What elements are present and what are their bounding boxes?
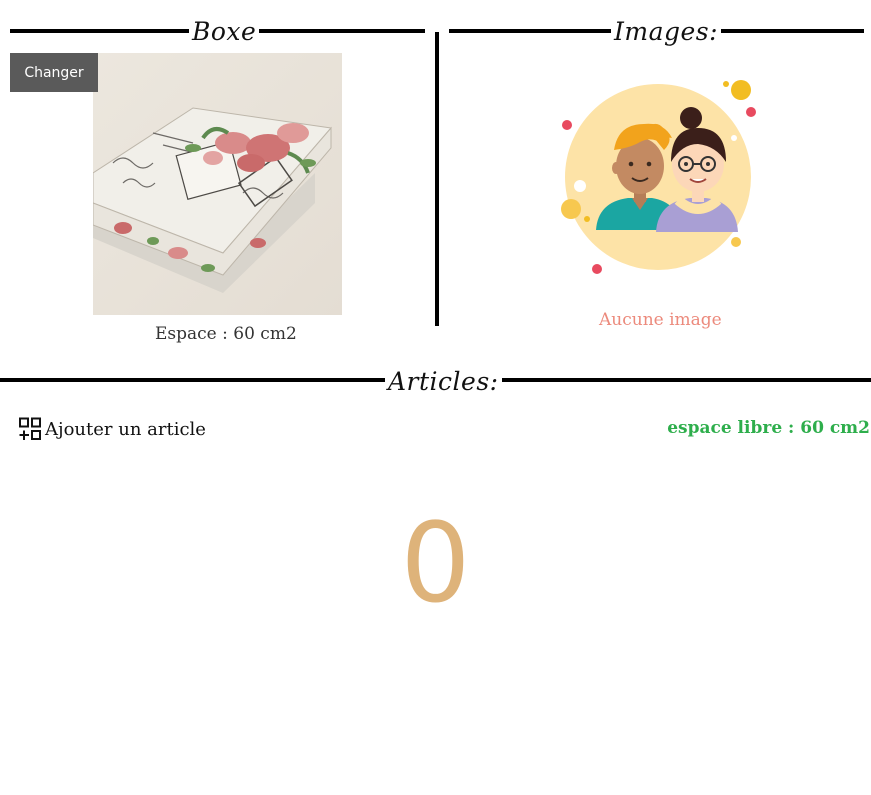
change-box-button[interactable]: Changer xyxy=(10,53,98,92)
boxe-heading: Boxe xyxy=(189,17,260,47)
add-article-button[interactable]: Ajouter un article xyxy=(18,416,206,442)
no-image-text: Aucune image xyxy=(599,310,722,330)
article-count: 0 xyxy=(400,499,471,627)
box-space-label: Espace : 60 cm2 xyxy=(155,324,297,344)
add-grid-icon xyxy=(19,417,41,440)
free-space-label: espace libre : 60 cm2 xyxy=(667,418,870,438)
box-photo xyxy=(93,53,342,315)
section-divider xyxy=(435,32,439,326)
users-avatar-icon xyxy=(558,78,758,278)
articles-heading: Articles: xyxy=(385,367,502,397)
images-heading: Images: xyxy=(611,17,722,47)
add-article-label: Ajouter un article xyxy=(45,418,206,440)
